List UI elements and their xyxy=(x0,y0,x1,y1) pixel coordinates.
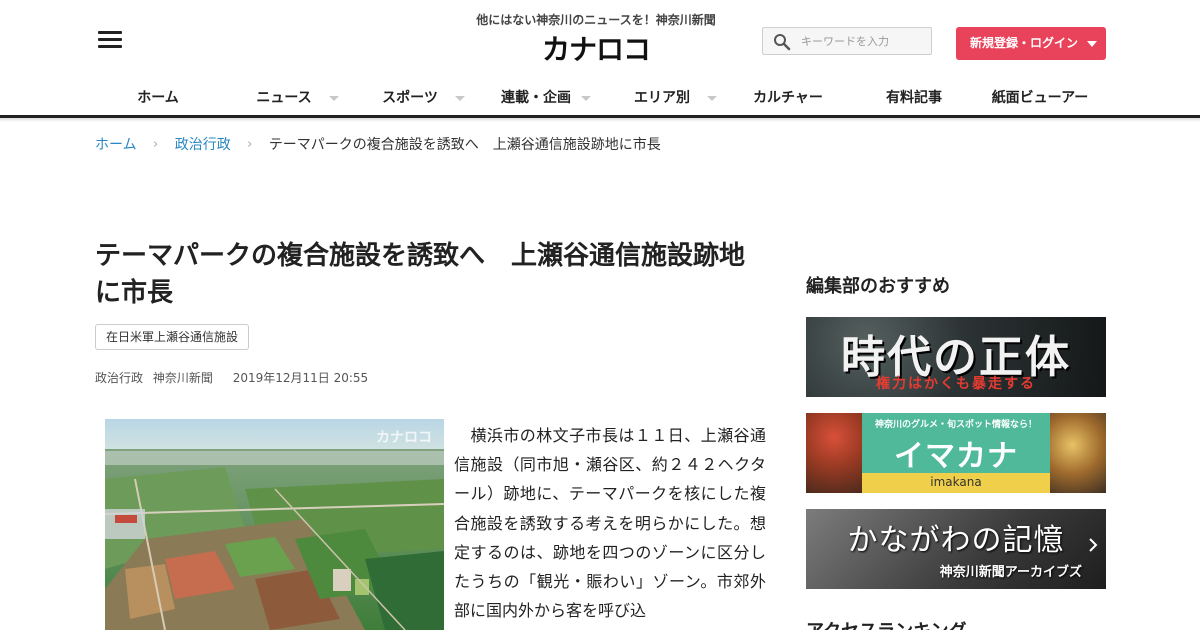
banner-subtitle: imakana xyxy=(930,475,982,489)
nav-label: ホーム xyxy=(137,90,179,106)
search-box[interactable] xyxy=(762,27,932,55)
breadcrumb-home[interactable]: ホーム xyxy=(95,134,137,154)
hamburger-menu-icon[interactable] xyxy=(98,31,122,49)
banner-subtitle: 神奈川新聞アーカイブズ xyxy=(939,565,1082,580)
nav-label: 紙面ビューアー xyxy=(991,90,1089,106)
nav-item-paid[interactable]: 有料記事 xyxy=(851,82,977,116)
nav-item-culture[interactable]: カルチャー xyxy=(725,82,851,116)
article-date: 2019年12月11日 20:55 xyxy=(232,371,369,385)
article-meta: 政治行政 神奈川新聞 2019年12月11日 20:55 xyxy=(95,369,374,386)
article-photo[interactable]: カナロコ xyxy=(105,419,444,630)
nav-label: スポーツ xyxy=(382,90,438,106)
banner-title: イマカナ xyxy=(894,439,1018,474)
chevron-down-icon xyxy=(329,96,339,101)
chevron-right-icon[interactable] xyxy=(1088,537,1098,553)
search-icon[interactable] xyxy=(773,33,791,51)
nav-item-series[interactable]: 連載・企画 xyxy=(473,82,599,116)
chevron-down-icon xyxy=(455,96,465,101)
nav-label: ニュース xyxy=(256,90,312,106)
nav-shadow xyxy=(0,118,1200,122)
site-logo[interactable]: カナロコ xyxy=(542,34,652,66)
aerial-photo-image xyxy=(105,419,444,630)
banner-subtitle: 権力はかくも暴走する xyxy=(876,376,1036,392)
food-photo-image xyxy=(1050,413,1106,493)
nav-label: エリア別 xyxy=(634,90,690,106)
banner-jidai-no-shotai[interactable]: 時代の正体 権力はかくも暴走する xyxy=(806,317,1106,397)
chevron-down-icon xyxy=(581,96,591,101)
photo-watermark: カナロコ xyxy=(376,430,432,446)
breadcrumb-category[interactable]: 政治行政 xyxy=(175,134,231,154)
sidebar-heading-recommend: 編集部のおすすめ xyxy=(806,276,950,297)
nav-label: 有料記事 xyxy=(886,90,942,106)
chevron-right-icon: › xyxy=(153,136,159,152)
banner-caption: 神奈川のグルメ・旬スポット情報なら！ xyxy=(874,420,1037,430)
article-source: 神奈川新聞 xyxy=(152,371,213,385)
banner-kanagawa-memory[interactable]: かながわの記憶 神奈川新聞アーカイブズ xyxy=(806,509,1106,589)
site-header: 他にはない神奈川のニュースを！神奈川新聞 カナロコ 新規登録・ログイン ホーム … xyxy=(0,0,1200,118)
register-login-label: 新規登録・ログイン xyxy=(970,36,1079,50)
sidebar-heading-ranking: アクセスランキング xyxy=(806,617,967,630)
nav-item-news[interactable]: ニュース xyxy=(221,82,347,116)
nav-label: 連載・企画 xyxy=(501,90,571,106)
chevron-right-icon: › xyxy=(247,136,253,152)
banner-title: かながわの記憶 xyxy=(847,523,1065,558)
breadcrumb: ホーム › 政治行政 › テーマパークの複合施設を誘致へ 上瀬谷通信施設跡地に市… xyxy=(95,134,661,154)
nav-item-area[interactable]: エリア別 xyxy=(599,82,725,116)
article-tag[interactable]: 在日米軍上瀬谷通信施設 xyxy=(95,324,250,350)
article-category[interactable]: 政治行政 xyxy=(95,371,143,385)
nav-label: カルチャー xyxy=(753,90,823,106)
banner-imakana[interactable]: 神奈川のグルメ・旬スポット情報なら！ イマカナ imakana xyxy=(806,413,1106,493)
site-tagline: 他にはない神奈川のニュースを！神奈川新聞 xyxy=(476,13,716,27)
nav-item-sports[interactable]: スポーツ xyxy=(347,82,473,116)
chevron-down-icon xyxy=(1087,41,1097,47)
search-input[interactable] xyxy=(801,31,927,51)
register-login-button[interactable]: 新規登録・ログイン xyxy=(956,27,1106,60)
chevron-down-icon xyxy=(707,96,717,101)
article-body: 横浜市の林文子市長は１１日、上瀬谷通信施設（同市旭・瀬谷区、約２４２ヘクタール）… xyxy=(454,426,766,621)
global-nav: ホーム ニュース スポーツ 連載・企画 エリア別 カルチャー 有料記事 紙面ビュ… xyxy=(95,82,1106,116)
food-photo-image xyxy=(806,413,862,493)
nav-item-home[interactable]: ホーム xyxy=(95,82,221,116)
breadcrumb-current: テーマパークの複合施設を誘致へ 上瀬谷通信施設跡地に市長 xyxy=(268,137,661,153)
nav-item-viewer[interactable]: 紙面ビューアー xyxy=(977,82,1103,116)
article-title: テーマパークの複合施設を誘致へ 上瀬谷通信施設跡地に市長 xyxy=(95,241,746,308)
